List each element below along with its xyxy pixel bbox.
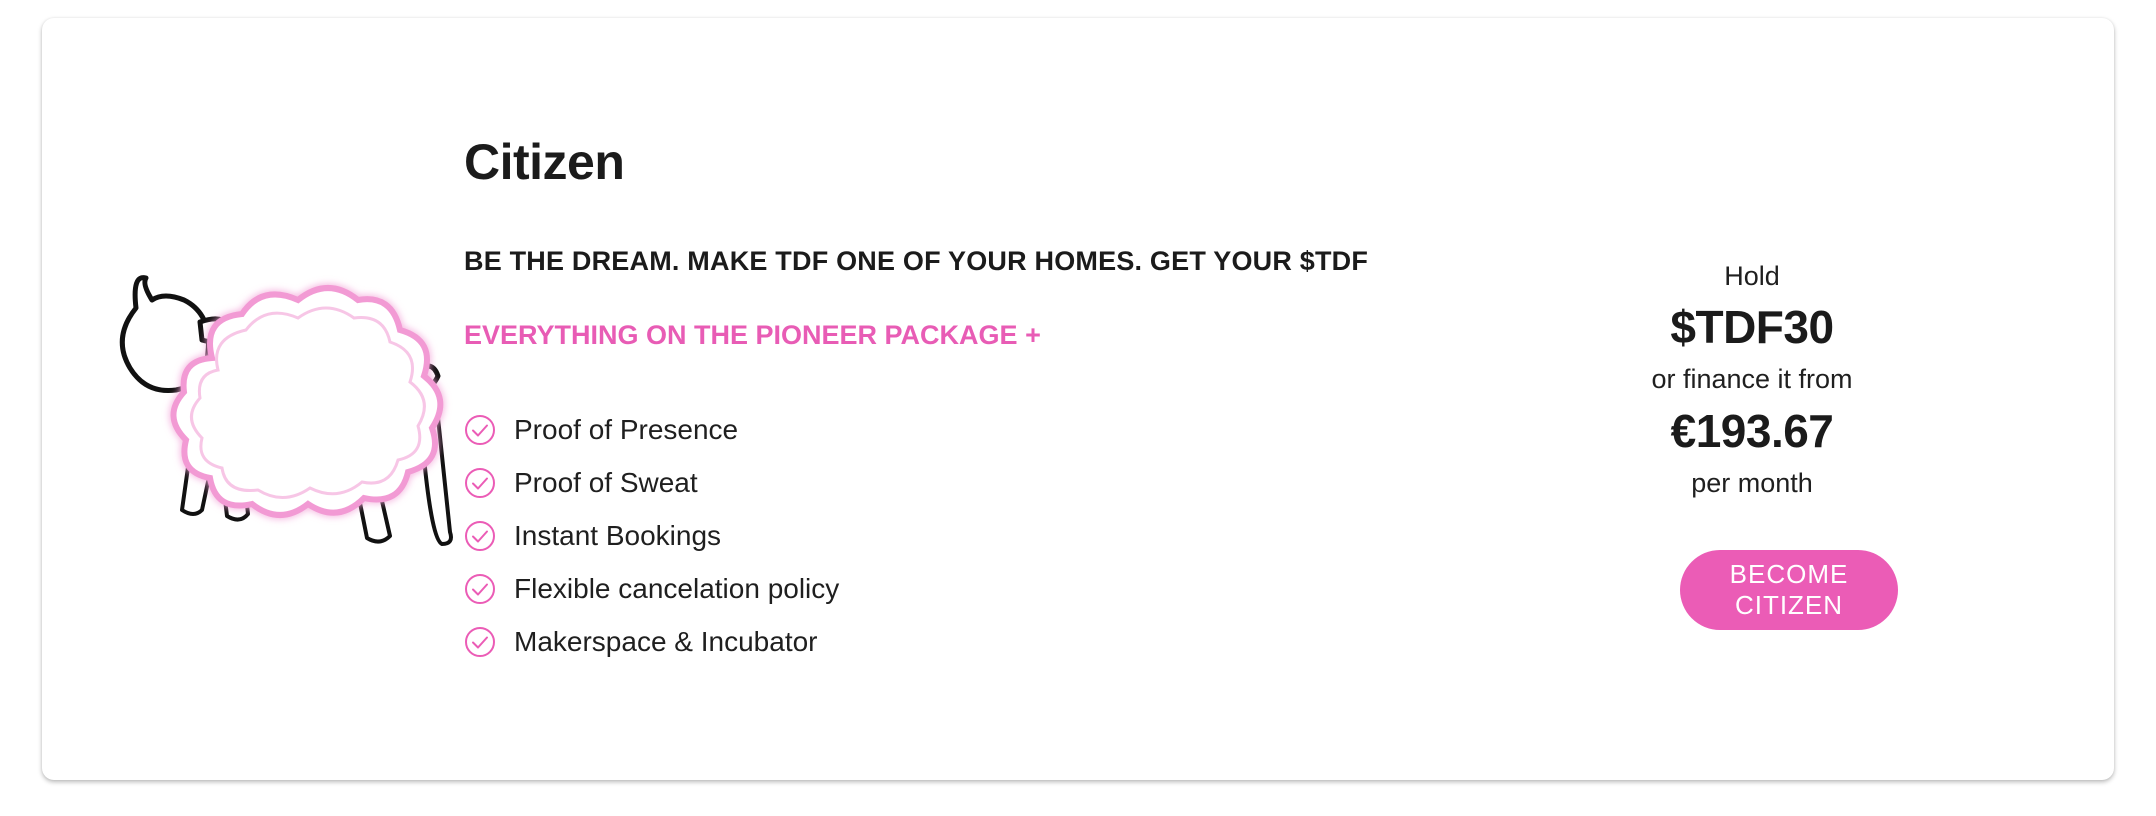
period-label: per month xyxy=(1691,468,1813,498)
sheep-illustration xyxy=(102,248,472,558)
feature-list: Proof of Presence Proof of Sweat Instant… xyxy=(464,403,839,668)
plan-tagline: BE THE DREAM. MAKE TDF ONE OF YOUR HOMES… xyxy=(464,246,1369,276)
check-circle-icon xyxy=(464,520,496,552)
check-circle-icon xyxy=(464,414,496,446)
plan-title: Citizen xyxy=(464,134,625,190)
list-item: Proof of Sweat xyxy=(464,456,839,509)
plan-details: Citizen BE THE DREAM. MAKE TDF ONE OF YO… xyxy=(464,18,1564,780)
pricing-block: Hold $TDF30 or finance it from €193.67 p… xyxy=(1602,238,1902,504)
feature-label: Proof of Presence xyxy=(514,413,739,445)
check-circle-icon xyxy=(464,573,496,605)
hold-label: Hold xyxy=(1724,261,1780,291)
monthly-price: €193.67 xyxy=(1670,405,1834,457)
list-item: Makerspace & Incubator xyxy=(464,615,839,668)
feature-label: Instant Bookings xyxy=(514,519,722,551)
plan-card: Citizen BE THE DREAM. MAKE TDF ONE OF YO… xyxy=(42,18,2114,780)
feature-label: Flexible cancelation policy xyxy=(514,572,840,604)
check-circle-icon xyxy=(464,467,496,499)
package-note: EVERYTHING ON THE PIONEER PACKAGE + xyxy=(464,320,1041,350)
feature-label: Proof of Sweat xyxy=(514,466,698,498)
check-circle-icon xyxy=(464,626,496,658)
finance-label: or finance it from xyxy=(1651,364,1853,394)
become-citizen-button[interactable]: BECOME CITIZEN xyxy=(1680,550,1898,630)
feature-label: Makerspace & Incubator xyxy=(514,625,818,657)
token-amount: $TDF30 xyxy=(1670,301,1834,353)
list-item: Instant Bookings xyxy=(464,509,839,562)
list-item: Flexible cancelation policy xyxy=(464,562,839,615)
list-item: Proof of Presence xyxy=(464,403,839,456)
